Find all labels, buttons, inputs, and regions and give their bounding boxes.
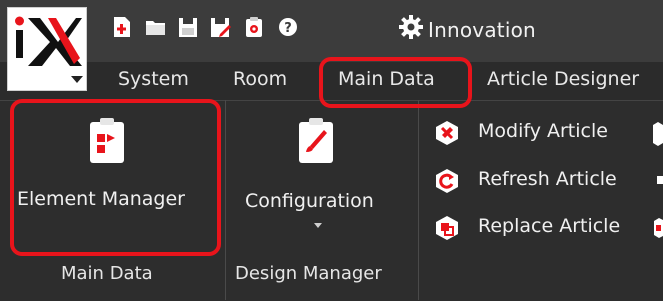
- element-manager-icon: [90, 118, 124, 163]
- refresh-article-label: Refresh Article: [478, 168, 617, 190]
- overflow-article-icon: [653, 122, 663, 146]
- help-icon[interactable]: ?: [278, 16, 298, 38]
- clipboard-icon[interactable]: [244, 16, 264, 38]
- tab-main-data[interactable]: Main Data: [338, 68, 435, 90]
- app-menu-logo[interactable]: [7, 7, 87, 91]
- replace-article-label: Replace Article: [478, 215, 621, 237]
- group-separator: [418, 100, 419, 300]
- modify-article-icon: [436, 121, 458, 145]
- configuration-label: Configuration: [245, 190, 374, 212]
- element-manager-button[interactable]: Element Manager: [14, 104, 214, 254]
- modify-article-label: Modify Article: [478, 120, 608, 142]
- replace-article-icon: [436, 216, 458, 240]
- app-title: Innovation: [428, 18, 536, 42]
- open-folder-icon[interactable]: [145, 16, 165, 38]
- app-menu-caret-icon: [71, 76, 83, 83]
- title-bar: [0, 0, 663, 62]
- configuration-button[interactable]: Configuration: [240, 104, 405, 254]
- tab-room[interactable]: Room: [233, 68, 287, 90]
- overflow-article-icon: [657, 176, 663, 184]
- refresh-article-icon: [436, 169, 458, 193]
- group-separator: [225, 100, 226, 300]
- tab-article-designer[interactable]: Article Designer: [487, 68, 639, 90]
- ix-logo-icon: [15, 16, 82, 66]
- configuration-brush-icon: [299, 118, 333, 163]
- chevron-down-icon: [314, 223, 322, 228]
- new-file-icon[interactable]: [112, 16, 132, 38]
- save-icon[interactable]: [178, 16, 198, 38]
- save-as-icon[interactable]: [210, 16, 231, 38]
- modify-article-button[interactable]: Modify Article: [432, 118, 663, 152]
- refresh-article-button[interactable]: Refresh Article: [432, 166, 663, 200]
- group-label-design-manager: Design Manager: [235, 263, 382, 284]
- svg-text:?: ?: [284, 21, 292, 36]
- group-label-main-data: Main Data: [61, 263, 153, 284]
- element-manager-label: Element Manager: [17, 188, 185, 210]
- tab-system[interactable]: System: [118, 68, 189, 90]
- overflow-article-icon: [654, 218, 663, 238]
- replace-article-button[interactable]: Replace Article: [432, 213, 663, 247]
- settings-gear-icon[interactable]: [398, 14, 424, 40]
